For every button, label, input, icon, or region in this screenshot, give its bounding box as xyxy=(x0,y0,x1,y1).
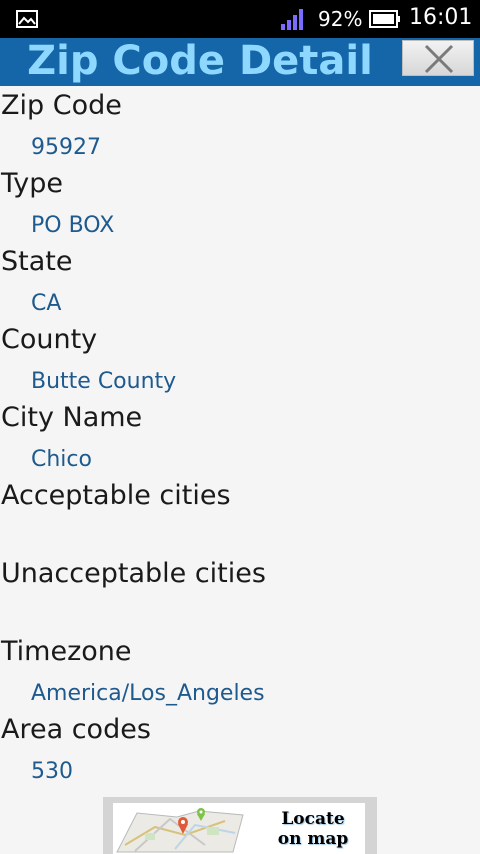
value-county: Butte County xyxy=(31,369,177,394)
label-state: State xyxy=(1,246,73,277)
close-button[interactable] xyxy=(402,40,474,76)
label-acceptable-cities: Acceptable cities xyxy=(1,480,231,511)
value-state: CA xyxy=(31,291,62,316)
value-city-name: Chico xyxy=(31,447,92,472)
value-type: PO BOX xyxy=(31,213,115,238)
status-bar: 92% 16:01 xyxy=(0,0,480,38)
app-header: Zip Code Detail xyxy=(0,38,480,86)
label-unacceptable-cities: Unacceptable cities xyxy=(1,558,266,589)
battery-icon xyxy=(369,10,400,28)
status-time: 16:01 xyxy=(409,5,473,30)
page-title: Zip Code Detail xyxy=(27,38,373,84)
value-area-codes: 530 xyxy=(31,759,73,784)
value-zip-code: 95927 xyxy=(31,135,101,160)
close-icon xyxy=(424,44,454,74)
battery-percent: 92% xyxy=(318,7,363,31)
locate-on-map-button[interactable]: Locate on map xyxy=(103,797,377,854)
value-timezone: America/Los_Angeles xyxy=(31,681,265,706)
label-county: County xyxy=(1,324,98,355)
label-timezone: Timezone xyxy=(1,636,132,667)
label-area-codes: Area codes xyxy=(1,714,151,745)
map-label-line2: on map xyxy=(277,829,349,849)
locate-on-map-image: Locate on map xyxy=(113,803,365,854)
label-type: Type xyxy=(1,168,64,199)
map-label-line1: Locate xyxy=(281,809,345,829)
locate-on-map-label: Locate on map xyxy=(263,809,363,849)
label-zip-code: Zip Code xyxy=(1,90,122,121)
signal-icon xyxy=(281,9,303,30)
label-city-name: City Name xyxy=(1,402,143,433)
gallery-icon xyxy=(16,10,38,28)
map-icon xyxy=(116,808,244,853)
